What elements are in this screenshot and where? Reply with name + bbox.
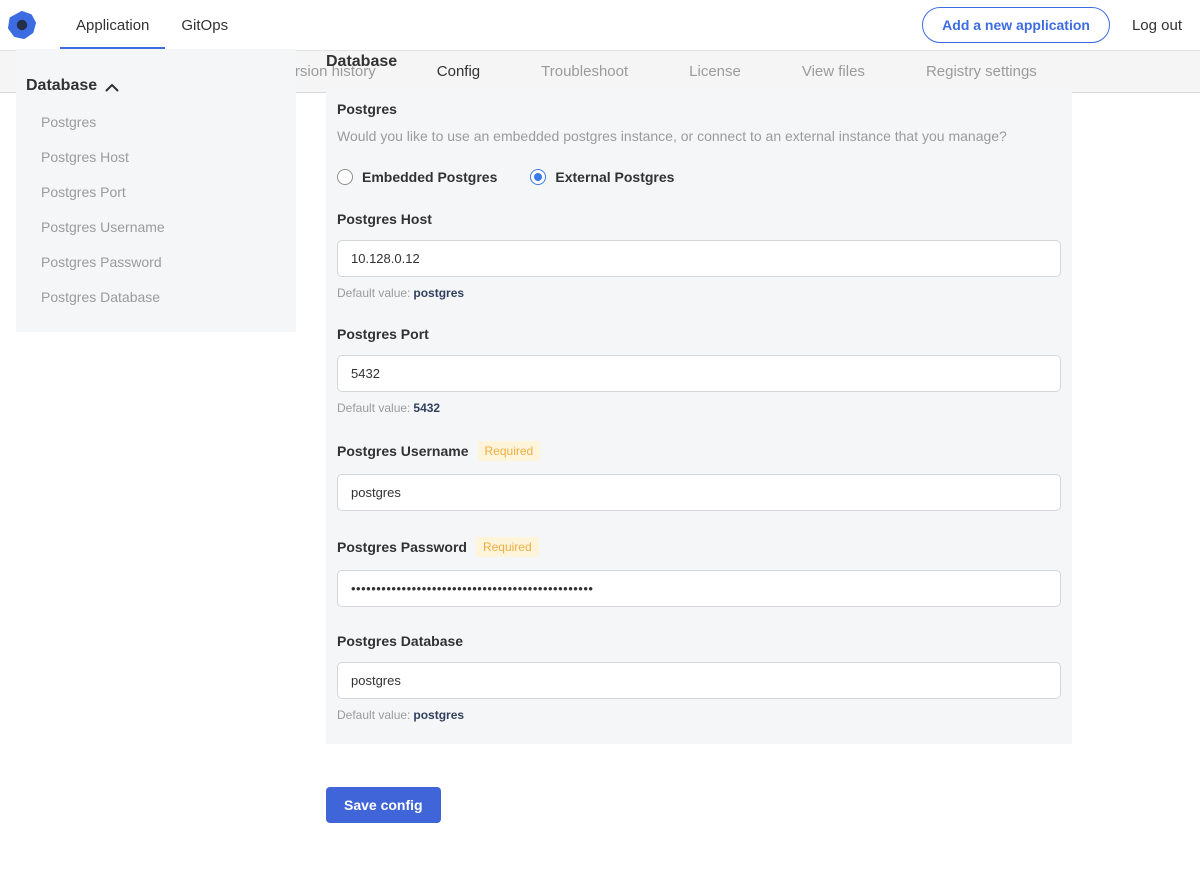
radio-embedded-postgres[interactable]: Embedded Postgres: [337, 169, 497, 185]
field-postgres-username: Postgres Username Required: [337, 441, 1061, 461]
config-sidebar: Database Postgres Postgres Host Postgres…: [16, 49, 296, 332]
app-logo-icon: [8, 11, 36, 39]
postgres-password-input[interactable]: [337, 570, 1061, 607]
field-postgres-password-label: Postgres Password: [337, 539, 467, 555]
field-postgres-host-label: Postgres Host: [337, 211, 432, 227]
group-label-postgres: Postgres: [337, 101, 397, 117]
radio-embedded-postgres-label: Embedded Postgres: [362, 169, 498, 185]
sidebar-item-postgres-port[interactable]: Postgres Port: [41, 185, 286, 200]
tab-application[interactable]: Application: [60, 0, 166, 50]
tab-application-label: Application: [76, 16, 150, 34]
field-postgres-database: Postgres Database: [337, 633, 1061, 649]
required-badge: Required: [475, 537, 539, 557]
add-new-application-button[interactable]: Add a new application: [922, 7, 1110, 43]
default-value: postgres: [413, 286, 465, 300]
required-badge: Required: [477, 441, 541, 461]
sidebar-group-database-label: Database: [26, 77, 98, 94]
group-description: Would you like to use an embedded postgr…: [337, 128, 1007, 144]
field-postgres-username-label: Postgres Username: [337, 443, 469, 459]
tab-gitops-label: GitOps: [181, 16, 229, 34]
sidebar-group-database[interactable]: Database: [26, 77, 286, 95]
config-group-card: Postgres Would you like to use an embedd…: [326, 87, 1072, 744]
postgres-database-input[interactable]: [337, 662, 1061, 699]
field-postgres-port: Postgres Port: [337, 326, 1061, 342]
page-title: Database: [326, 53, 398, 70]
header-tabs: Application GitOps: [60, 0, 244, 50]
sidebar-item-list: Postgres Postgres Host Postgres Port Pos…: [26, 115, 286, 305]
field-postgres-host: Postgres Host: [337, 211, 1061, 227]
logout-button[interactable]: Log out: [1132, 17, 1182, 34]
default-label: Default value:: [337, 708, 411, 722]
field-postgres-database-label: Postgres Database: [337, 633, 464, 649]
postgres-username-input[interactable]: [337, 474, 1061, 511]
postgres-port-input[interactable]: [337, 355, 1061, 392]
postgres-port-default: Default value: 5432: [337, 401, 1061, 415]
config-main: Database Postgres Would you like to use …: [326, 53, 1072, 823]
top-header: Application GitOps Add a new application…: [0, 0, 1200, 50]
sidebar-item-postgres[interactable]: Postgres: [41, 115, 286, 130]
admin-console-page: Application GitOps Add a new application…: [0, 0, 1200, 823]
sidebar-item-postgres-password[interactable]: Postgres Password: [41, 255, 286, 270]
sidebar-item-postgres-username[interactable]: Postgres Username: [41, 220, 286, 235]
default-label: Default value:: [337, 401, 411, 415]
sidebar-item-postgres-host[interactable]: Postgres Host: [41, 150, 286, 165]
postgres-database-default: Default value: postgres: [337, 708, 1061, 722]
radio-selected-icon: [530, 169, 547, 185]
default-value: postgres: [413, 708, 465, 722]
sidebar-item-postgres-database[interactable]: Postgres Database: [41, 290, 286, 305]
radio-external-postgres-label: External Postgres: [555, 169, 675, 185]
default-label: Default value:: [337, 286, 411, 300]
radio-external-postgres[interactable]: External Postgres: [530, 169, 674, 185]
save-config-button[interactable]: Save config: [326, 787, 441, 823]
tab-gitops[interactable]: GitOps: [165, 0, 244, 50]
default-value: 5432: [413, 401, 441, 415]
chevron-up-icon: [105, 83, 119, 91]
postgres-type-radio-group: Embedded Postgres External Postgres: [337, 169, 1061, 185]
postgres-host-default: Default value: postgres: [337, 286, 1061, 300]
radio-unselected-icon: [337, 169, 353, 185]
field-postgres-port-label: Postgres Port: [337, 326, 429, 342]
field-postgres-password: Postgres Password Required: [337, 537, 1061, 557]
postgres-host-input[interactable]: [337, 240, 1061, 277]
